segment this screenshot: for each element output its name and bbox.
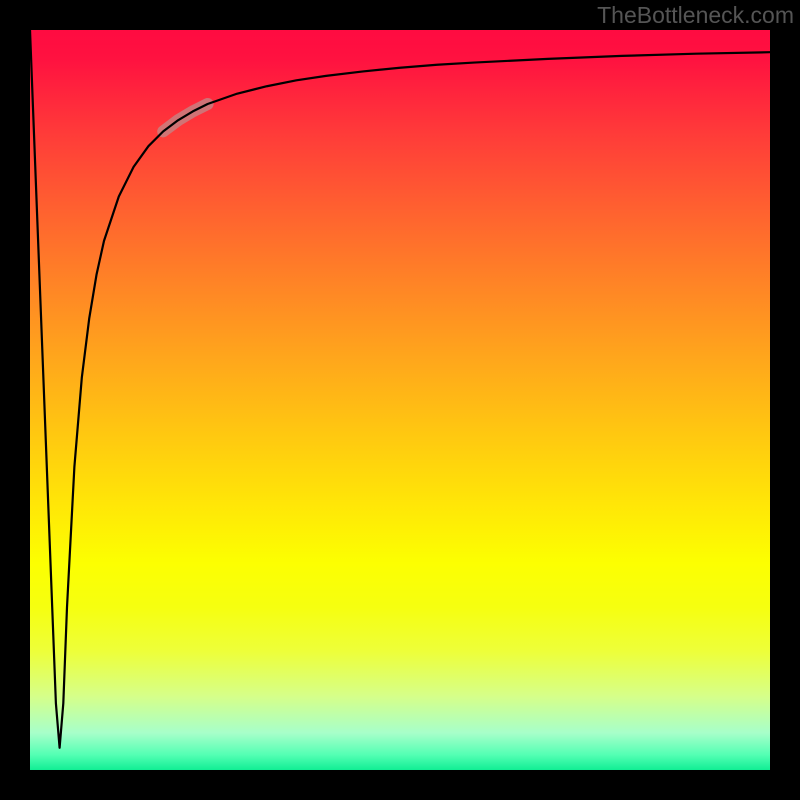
plot-area [30,30,770,770]
curve-svg [30,30,770,770]
bottleneck-curve-line [30,30,770,748]
watermark-text: TheBottleneck.com [597,2,794,29]
chart-frame: TheBottleneck.com [0,0,800,800]
